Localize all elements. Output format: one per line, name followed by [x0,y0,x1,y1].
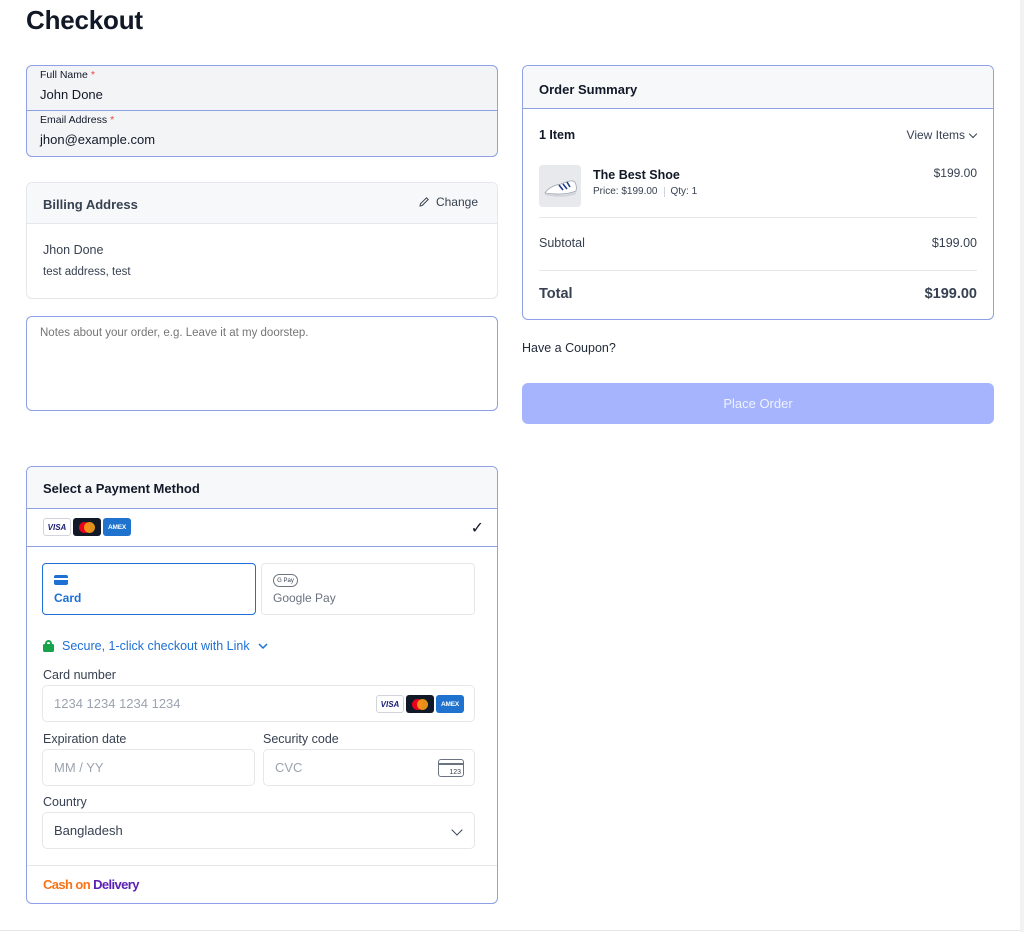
product-qty: Qty: 1 [670,186,698,197]
amex-icon: AMEX [436,695,464,713]
expiration-label: Expiration date [43,732,127,746]
lock-icon [43,640,54,652]
summary-divider [539,217,977,218]
order-summary-card: Order Summary 1 Item View Items The Best… [522,65,994,320]
cash-on-delivery-logo: Cash on Delivery [43,877,140,892]
item-count: 1 Item [539,128,576,142]
view-items-toggle[interactable]: View Items [906,128,978,142]
summary-divider [539,270,977,271]
country-value: Bangladesh [54,823,123,838]
change-address-button[interactable]: Change [418,195,478,209]
billing-address-line: test address, test [43,266,131,278]
have-coupon-link[interactable]: Have a Coupon? [522,341,616,355]
card-brand-logos-inline: VISA AMEX [376,695,464,713]
product-name: The Best Shoe [593,168,680,182]
required-mark: * [110,114,115,126]
total-label: Total [539,286,573,302]
full-name-field[interactable]: Full Name * John Done [27,66,497,111]
card-payment-option[interactable]: VISA AMEX ✓ [27,509,497,547]
expiration-placeholder: MM / YY [54,760,104,775]
email-field[interactable]: Email Address * jhon@example.com [27,111,497,156]
method-tab-google-pay[interactable]: G Pay Google Pay [261,563,475,615]
expiration-input[interactable]: MM / YY [42,749,255,786]
billing-title: Billing Address [43,197,138,212]
secure-link-text: Secure, 1-click checkout with Link [62,639,250,653]
page-title: Checkout [26,5,143,35]
credit-card-icon [54,575,68,585]
chevron-down-icon [968,129,978,138]
bottom-divider [0,930,1020,931]
security-code-input[interactable]: CVC 123 [263,749,475,786]
product-line-total: $199.00 [933,166,977,180]
subtotal-label: Subtotal [539,236,585,250]
email-label: Email Address * [40,114,115,126]
full-name-label: Full Name * [40,69,95,81]
google-pay-icon: G Pay [273,574,298,587]
contact-fields: Full Name * John Done Email Address * jhon… [26,65,498,157]
visa-icon: VISA [376,695,404,713]
country-select[interactable]: Bangladesh [42,812,475,849]
payment-header: Select a Payment Method [27,467,497,509]
subtotal-value: $199.00 [931,236,977,250]
product-price: Price: $199.00 [593,186,658,197]
payment-title: Select a Payment Method [43,481,200,496]
summary-title: Order Summary [539,82,638,97]
billing-address-card: Billing Address Change Jhon Done test ad… [26,182,498,299]
card-number-label: Card number [43,668,116,682]
page-edge [1020,0,1024,932]
product-meta: Price: $199.00 Qty: 1 [593,186,697,197]
required-mark: * [90,69,95,81]
cvc-card-icon: 123 [438,759,464,777]
visa-icon: VISA [43,518,71,536]
link-checkout-toggle[interactable]: Secure, 1-click checkout with Link [43,639,268,653]
card-number-placeholder: 1234 1234 1234 1234 [54,696,181,711]
security-code-label: Security code [263,732,339,746]
mastercard-icon [73,518,101,536]
pencil-icon [419,197,429,207]
method-tab-card[interactable]: Card [42,563,256,615]
change-label: Change [435,195,478,209]
method-gpay-label: Google Pay [273,591,336,605]
cvc-placeholder: CVC [275,760,303,775]
country-label: Country [43,795,87,809]
meta-separator [663,186,665,197]
chevron-down-icon [451,824,463,836]
method-card-label: Card [54,591,82,605]
place-order-button[interactable]: Place Order [522,383,994,424]
cash-on-delivery-option[interactable]: Cash on Delivery [27,865,497,903]
product-thumbnail [539,165,581,207]
view-items-label: View Items [906,128,965,142]
chevron-down-icon [258,643,268,650]
mastercard-icon [406,695,434,713]
full-name-value[interactable]: John Done [40,87,103,102]
checkmark-icon: ✓ [470,520,484,537]
total-value: $199.00 [924,286,977,302]
order-notes-input[interactable] [26,316,498,411]
billing-header: Billing Address Change [27,183,497,224]
billing-name: Jhon Done [43,243,104,257]
payment-method-card: Select a Payment Method VISA AMEX ✓ Card… [26,466,498,904]
amex-icon: AMEX [103,518,131,536]
card-number-input[interactable]: 1234 1234 1234 1234 VISA AMEX [42,685,475,722]
card-brand-logos: VISA AMEX [43,518,131,536]
email-value[interactable]: jhon@example.com [40,132,155,147]
summary-header: Order Summary [523,66,993,109]
